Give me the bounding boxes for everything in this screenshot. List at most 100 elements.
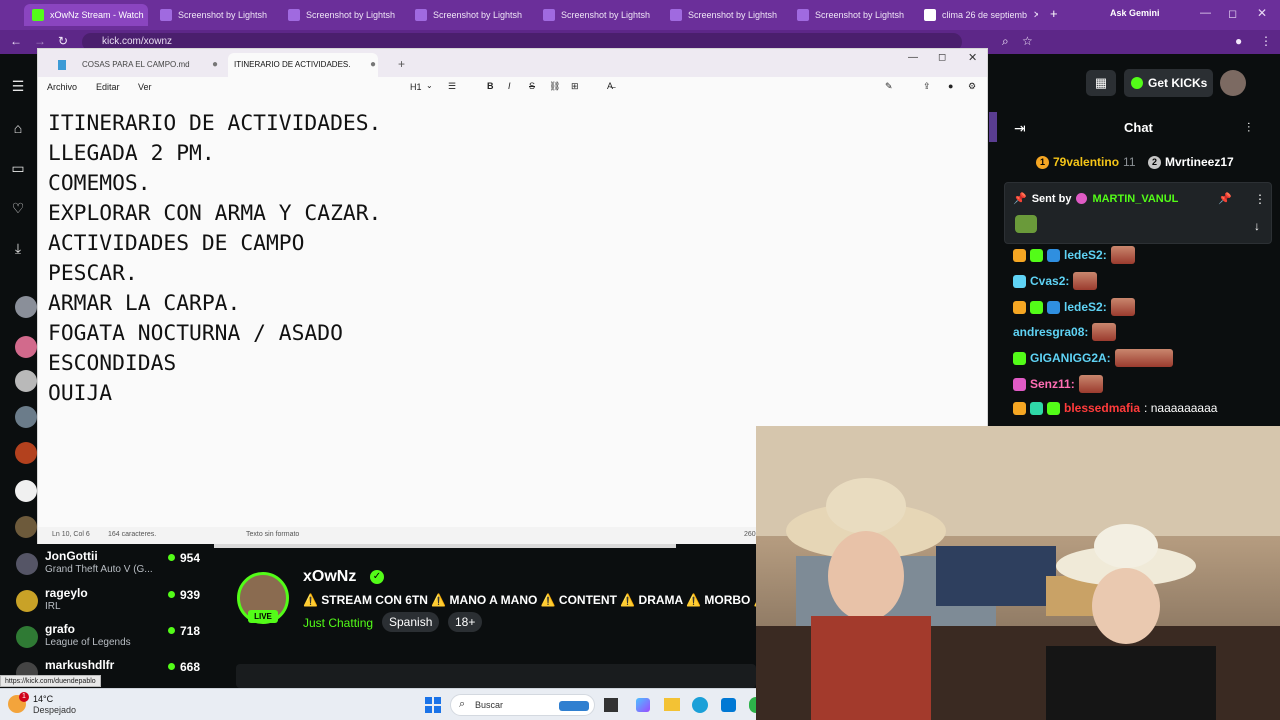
new-tab-button[interactable]: + bbox=[1050, 6, 1058, 21]
browse-icon[interactable]: ▭ bbox=[10, 160, 26, 176]
home-icon[interactable]: ⌂ bbox=[10, 120, 26, 136]
chat-username[interactable]: blessedmafia bbox=[1064, 401, 1140, 415]
browser-tab[interactable]: Screenshot by Lightsh ✕ bbox=[789, 4, 911, 26]
table-icon[interactable]: ⊞ bbox=[571, 81, 579, 92]
account-icon[interactable]: ● bbox=[948, 81, 953, 91]
followed-channel[interactable]: JonGottii Grand Theft Auto V (G... 954 bbox=[14, 549, 204, 583]
heading-select[interactable]: H1 bbox=[410, 82, 422, 92]
profile-icon[interactable]: ● bbox=[1235, 34, 1242, 48]
edge-icon[interactable] bbox=[692, 697, 708, 713]
collapse-chat-icon[interactable]: ⇥ bbox=[1014, 120, 1026, 137]
bold-icon[interactable]: B bbox=[487, 81, 494, 91]
browser-tab[interactable]: Screenshot by Lightsh ✕ bbox=[407, 4, 529, 26]
strikethrough-icon[interactable]: S bbox=[529, 81, 535, 91]
menu-icon[interactable]: ⋮ bbox=[1260, 34, 1272, 48]
top-gifter-2[interactable]: 2 Mvrtineez17 bbox=[1148, 155, 1234, 169]
menu-editar[interactable]: Editar bbox=[96, 82, 120, 92]
channel-avatar[interactable] bbox=[15, 442, 37, 464]
browser-tab[interactable]: Screenshot by Lightsh ✕ bbox=[152, 4, 274, 26]
browser-tab[interactable]: clima 26 de septiemb ✕ bbox=[916, 4, 1038, 26]
zoom-icon[interactable]: ⌕ bbox=[1002, 34, 1009, 49]
download-icon[interactable]: ⤓ bbox=[10, 240, 26, 256]
clear-format-icon[interactable]: A̶ bbox=[607, 81, 613, 91]
chat-message[interactable]: andresgra08: bbox=[1013, 323, 1117, 341]
following-heart-icon[interactable]: ♡ bbox=[10, 200, 26, 216]
browser-tab[interactable]: xOwNz Stream - Watch✕ bbox=[24, 4, 148, 26]
streamer-name[interactable]: xOwNz bbox=[303, 568, 356, 586]
italic-icon[interactable]: I bbox=[508, 81, 511, 91]
followed-channel[interactable]: grafo League of Legends 718 bbox=[14, 622, 204, 656]
ask-gemini-button[interactable]: Ask Gemini bbox=[1110, 8, 1160, 18]
tab-close-icon[interactable]: ✕ bbox=[656, 10, 657, 21]
menu-archivo[interactable]: Archivo bbox=[47, 82, 77, 92]
unsaved-dot-icon[interactable]: ● bbox=[370, 53, 376, 77]
share-icon[interactable]: ⇪ bbox=[923, 81, 931, 92]
tag-language[interactable]: Spanish bbox=[382, 612, 440, 632]
notepad-maximize-icon[interactable]: ◻ bbox=[938, 52, 946, 63]
chat-message[interactable]: Senz11: bbox=[1013, 375, 1103, 393]
link-icon[interactable]: ⛓ bbox=[549, 81, 560, 92]
category-link[interactable]: Just Chatting bbox=[303, 616, 373, 630]
browser-tab[interactable]: Screenshot by Lightsh ✕ bbox=[280, 4, 402, 26]
channel-avatar[interactable] bbox=[15, 296, 37, 318]
maximize-icon[interactable]: ◻ bbox=[1228, 7, 1237, 20]
tab-close-icon[interactable]: ✕ bbox=[1033, 10, 1038, 21]
taskbar-search[interactable]: ⌕ Buscar bbox=[450, 694, 595, 716]
chat-username[interactable]: ledeS2: bbox=[1064, 248, 1107, 262]
settings-gear-icon[interactable]: ⚙ bbox=[968, 81, 976, 92]
chat-message[interactable]: ledeS2: bbox=[1013, 246, 1135, 264]
tab-close-icon[interactable]: ✕ bbox=[528, 10, 529, 21]
get-kicks-button[interactable]: Get KICKs bbox=[1124, 69, 1213, 97]
windows-start-icon[interactable] bbox=[425, 697, 441, 713]
chat-username[interactable]: andresgra08: bbox=[1013, 325, 1088, 339]
top-gifter-1[interactable]: 1 79valentino 11 bbox=[1036, 155, 1136, 169]
chat-username[interactable]: Cvas2: bbox=[1030, 274, 1069, 288]
bookmark-icon[interactable]: ☆ bbox=[1022, 34, 1033, 48]
more-icon[interactable]: ⋮ bbox=[1254, 192, 1266, 206]
list-icon[interactable]: ☰ bbox=[448, 81, 456, 92]
chat-message[interactable]: ledeS2: bbox=[1013, 298, 1135, 316]
channel-avatar[interactable] bbox=[15, 516, 37, 538]
tab-close-icon[interactable]: ✕ bbox=[783, 10, 784, 21]
add-tab-icon[interactable]: + bbox=[398, 57, 405, 71]
chat-message[interactable]: blessedmafia: naaaaaaaaa bbox=[1013, 401, 1217, 415]
chat-message[interactable]: GIGANIGG2A: bbox=[1013, 349, 1173, 367]
forward-icon[interactable]: → bbox=[34, 34, 46, 48]
hamburger-icon[interactable]: ☰ bbox=[10, 78, 26, 94]
tag-mature[interactable]: 18+ bbox=[448, 612, 483, 632]
pin-toggle-icon[interactable]: 📌 bbox=[1218, 192, 1232, 205]
notepad-close-icon[interactable]: ✕ bbox=[968, 51, 977, 64]
window-close-icon[interactable]: ✕ bbox=[1257, 6, 1267, 20]
store-icon[interactable] bbox=[721, 698, 736, 712]
kick-app-icon[interactable]: ▦ bbox=[1086, 70, 1116, 96]
notepad-tab-2[interactable]: ITINERARIO DE ACTIVIDADES. ● bbox=[228, 53, 378, 77]
expand-icon[interactable]: ↓ bbox=[1254, 219, 1260, 233]
copilot-icon[interactable]: ✎ bbox=[885, 81, 893, 92]
chat-username[interactable]: Senz11: bbox=[1030, 377, 1075, 391]
user-avatar[interactable] bbox=[1220, 70, 1246, 96]
tab-close-icon[interactable]: ✕ bbox=[910, 10, 911, 21]
channel-avatar[interactable] bbox=[15, 370, 37, 392]
leaderboard-icon[interactable]: ⫶ bbox=[1247, 120, 1250, 136]
notepad-minimize-icon[interactable]: — bbox=[908, 52, 918, 63]
channel-avatar[interactable] bbox=[15, 480, 37, 502]
chat-username[interactable]: GIGANIGG2A: bbox=[1030, 351, 1111, 365]
followed-channel[interactable]: rageylo IRL 939 bbox=[14, 586, 204, 620]
copilot-taskbar-icon[interactable] bbox=[636, 698, 650, 712]
browser-tab[interactable]: Screenshot by Lightsh ✕ bbox=[662, 4, 784, 26]
notepad-tab-1[interactable]: COSAS PARA EL CAMPO.md ● bbox=[46, 53, 226, 77]
minimize-icon[interactable]: — bbox=[1200, 7, 1211, 19]
notepad-text-area[interactable]: ITINERARIO DE ACTIVIDADES. LLEGADA 2 PM. C… bbox=[48, 109, 381, 409]
chrome-icon[interactable] bbox=[749, 697, 756, 713]
menu-ver[interactable]: Ver bbox=[138, 82, 152, 92]
channel-avatar[interactable] bbox=[15, 336, 37, 358]
tab-close-icon[interactable]: ✕ bbox=[273, 10, 274, 21]
task-view-icon[interactable] bbox=[604, 698, 618, 712]
chat-message[interactable]: Cvas2: bbox=[1013, 272, 1098, 290]
channel-avatar[interactable] bbox=[15, 406, 37, 428]
tab-close-icon[interactable]: ✕ bbox=[401, 10, 402, 21]
unsaved-dot-icon[interactable]: ● bbox=[212, 53, 218, 77]
reload-icon[interactable]: ↻ bbox=[58, 34, 68, 48]
chat-username[interactable]: ledeS2: bbox=[1064, 300, 1107, 314]
back-icon[interactable]: ← bbox=[10, 34, 22, 48]
